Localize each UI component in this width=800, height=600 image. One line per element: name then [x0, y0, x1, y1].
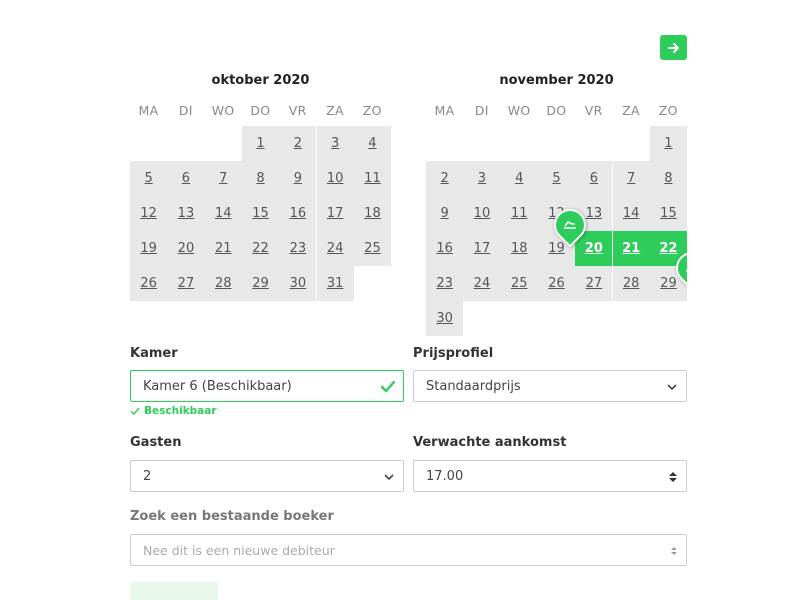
day-cell[interactable]: 17: [316, 196, 354, 231]
submit-button[interactable]: [130, 582, 218, 600]
weekday-di: DI: [474, 103, 489, 118]
day-cell[interactable]: 2: [426, 161, 464, 196]
chevron-down-icon: [384, 474, 394, 481]
calendar-october: oktober 2020 MA DI WO DO VR ZA ZO 1 2 3 4 5 6 7 8 9 10 11…: [130, 0, 392, 310]
booker-label: Zoek een bestaande boeker: [130, 509, 334, 524]
weekday-ma: MA: [138, 103, 159, 118]
room-status-text: Beschikbaar: [144, 405, 217, 417]
check-in-icon: [564, 220, 576, 229]
day-cell[interactable]: 25: [353, 231, 392, 266]
room-label: Kamer: [130, 346, 178, 361]
day-cell[interactable]: 23: [426, 266, 464, 301]
arrival-label: Verwachte aankomst: [413, 435, 567, 450]
weekday-za: ZA: [622, 103, 640, 118]
room-select[interactable]: Kamer 6 (Beschikbaar): [130, 370, 404, 402]
day-cell[interactable]: 5: [537, 161, 576, 196]
day-cell[interactable]: 11: [500, 196, 538, 231]
sort-icon: [671, 547, 677, 555]
calendar-november: november 2020 MA DI WO DO VR ZA ZO 1 2 3 4 5 6 7 8 9 10 1…: [426, 0, 687, 340]
day-cell[interactable]: 26: [537, 266, 576, 301]
day-cell[interactable]: 28: [204, 266, 242, 301]
month-title: november 2020: [499, 73, 614, 88]
day-cell[interactable]: 31: [316, 266, 354, 301]
day-cell[interactable]: 8: [241, 161, 280, 196]
day-cell[interactable]: 16: [426, 231, 464, 266]
day-cell[interactable]: 2: [279, 126, 317, 161]
day-cell[interactable]: 3: [463, 161, 501, 196]
weekday-do: DO: [250, 103, 271, 118]
day-cell[interactable]: 6: [575, 161, 613, 196]
day-cell[interactable]: 26: [130, 266, 168, 301]
day-cell[interactable]: 21: [204, 231, 242, 266]
weekday-vr: VR: [584, 103, 603, 118]
day-cell[interactable]: 24: [463, 266, 501, 301]
day-cell[interactable]: 14: [204, 196, 242, 231]
weekday-zo: ZO: [362, 103, 382, 118]
day-cell[interactable]: 25: [500, 266, 538, 301]
day-cell[interactable]: 11: [353, 161, 392, 196]
weekday-wo: WO: [211, 103, 235, 118]
day-cell[interactable]: 20: [167, 231, 205, 266]
weekday-di: DI: [178, 103, 193, 118]
weekday-za: ZA: [326, 103, 344, 118]
day-cell[interactable]: 13: [167, 196, 205, 231]
day-cell[interactable]: 9: [426, 196, 464, 231]
day-cell[interactable]: 1: [241, 126, 280, 161]
day-cell[interactable]: 1: [649, 126, 687, 161]
weekday-wo: WO: [507, 103, 531, 118]
day-cell[interactable]: 27: [575, 266, 613, 301]
room-value: Kamer 6 (Beschikbaar): [143, 378, 292, 394]
day-cell[interactable]: 12: [130, 196, 168, 231]
check-icon: [381, 381, 395, 393]
day-cell[interactable]: 29: [241, 266, 280, 301]
check-small-icon: [130, 407, 140, 415]
guests-value: 2: [143, 468, 152, 484]
arrival-value: 17.00: [426, 468, 464, 484]
weekday-vr: VR: [288, 103, 307, 118]
check-out-icon: [686, 266, 687, 272]
day-cell[interactable]: 30: [279, 266, 317, 301]
day-cell[interactable]: 18: [500, 231, 538, 266]
arrival-select[interactable]: 17.00: [413, 460, 687, 492]
day-cell[interactable]: 4: [353, 126, 392, 161]
day-cell[interactable]: 4: [500, 161, 538, 196]
sort-icon: [669, 472, 677, 482]
day-cell[interactable]: 28: [612, 266, 650, 301]
day-cell[interactable]: 9: [279, 161, 317, 196]
day-cell[interactable]: 8: [649, 161, 687, 196]
day-cell[interactable]: 24: [316, 231, 354, 266]
month-title: oktober 2020: [211, 73, 310, 88]
day-cell[interactable]: 7: [204, 161, 242, 196]
weekday-ma: MA: [434, 103, 455, 118]
day-cell[interactable]: 30: [426, 301, 464, 336]
day-cell[interactable]: 5: [130, 161, 168, 196]
booker-search-select[interactable]: Nee dit is een nieuwe debiteur: [130, 534, 687, 566]
chevron-down-icon: [667, 384, 677, 391]
day-cell[interactable]: 17: [463, 231, 501, 266]
day-cell[interactable]: 7: [612, 161, 650, 196]
room-status-hint: Beschikbaar: [130, 405, 217, 417]
day-cell[interactable]: 3: [316, 126, 354, 161]
day-cell[interactable]: 6: [167, 161, 205, 196]
day-cell[interactable]: 27: [167, 266, 205, 301]
day-cell[interactable]: 16: [279, 196, 317, 231]
weekday-zo: ZO: [658, 103, 678, 118]
price-select[interactable]: Standaardprijs: [413, 370, 687, 402]
day-cell[interactable]: 23: [279, 231, 317, 266]
day-cell[interactable]: 15: [241, 196, 280, 231]
guests-label: Gasten: [130, 435, 182, 450]
day-cell[interactable]: 14: [612, 196, 650, 231]
price-label: Prijsprofiel: [413, 346, 494, 361]
day-cell[interactable]: 18: [353, 196, 392, 231]
day-cell[interactable]: 21: [612, 231, 650, 266]
booker-placeholder: Nee dit is een nieuwe debiteur: [143, 542, 335, 558]
day-cell[interactable]: 22: [241, 231, 280, 266]
guests-select[interactable]: 2: [130, 460, 404, 492]
day-cell[interactable]: 15: [649, 196, 687, 231]
day-cell[interactable]: 19: [130, 231, 168, 266]
weekday-do: DO: [546, 103, 567, 118]
price-value: Standaardprijs: [426, 378, 521, 394]
day-cell[interactable]: 10: [463, 196, 501, 231]
day-cell[interactable]: 10: [316, 161, 354, 196]
